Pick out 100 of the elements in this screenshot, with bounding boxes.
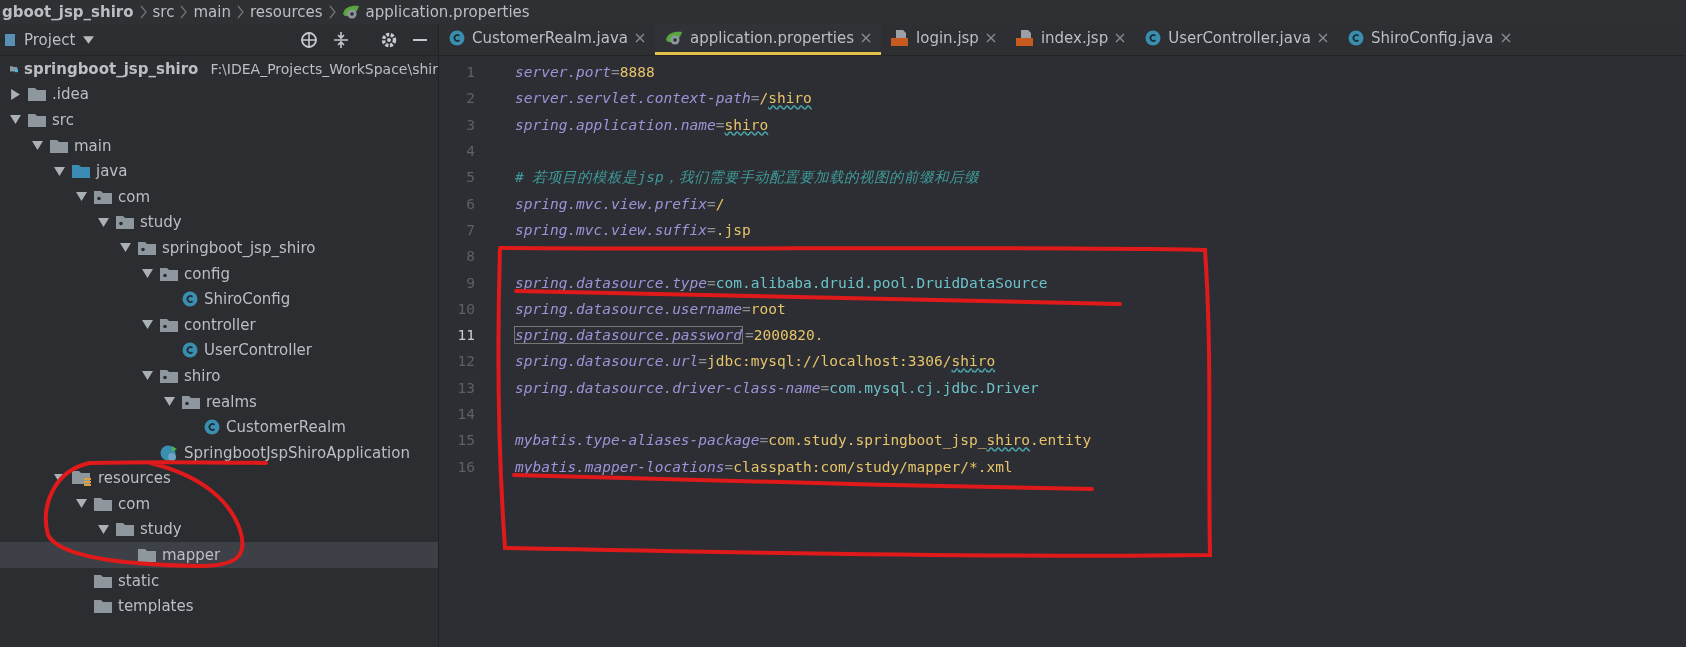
expanded-arrow-icon[interactable] bbox=[97, 216, 109, 228]
expanded-arrow-icon[interactable] bbox=[141, 319, 153, 331]
code-line: spring.datasource.username=root bbox=[515, 300, 786, 317]
editor-tab[interactable]: UserController.java bbox=[1135, 24, 1338, 55]
code-line: spring.mvc.view.suffix=.jsp bbox=[515, 221, 751, 238]
jsp-file-icon bbox=[1015, 30, 1034, 46]
breadcrumb-item[interactable]: application.properties bbox=[365, 3, 530, 21]
tree-item[interactable]: shiro bbox=[0, 363, 438, 389]
package-icon bbox=[94, 189, 112, 204]
class-icon bbox=[449, 30, 465, 46]
close-icon[interactable] bbox=[635, 33, 645, 43]
tree-item[interactable]: SpringbootJspShiroApplication bbox=[0, 439, 438, 466]
close-icon[interactable] bbox=[1115, 33, 1126, 43]
breadcrumb-item[interactable]: resources bbox=[249, 3, 323, 21]
expanded-arrow-icon[interactable] bbox=[75, 498, 87, 510]
line-number: 11 bbox=[456, 327, 476, 344]
expanded-arrow-icon[interactable] bbox=[141, 370, 153, 382]
locate-icon[interactable] bbox=[300, 30, 318, 49]
panel-icon bbox=[4, 32, 16, 47]
settings-icon[interactable] bbox=[380, 30, 398, 49]
expanded-arrow-icon[interactable] bbox=[53, 165, 65, 177]
class-icon bbox=[1145, 30, 1162, 46]
expanded-arrow-icon[interactable] bbox=[31, 140, 43, 152]
tree-item[interactable]: study bbox=[0, 209, 438, 236]
tree-item[interactable]: com bbox=[0, 491, 438, 517]
tree-item[interactable]: static bbox=[0, 567, 438, 594]
close-icon[interactable] bbox=[1500, 33, 1511, 43]
tree-item[interactable]: controller bbox=[0, 311, 438, 338]
folder-icon bbox=[138, 548, 156, 563]
tree-item[interactable]: realms bbox=[0, 388, 438, 415]
breadcrumb-item[interactable]: src bbox=[152, 3, 175, 21]
close-icon[interactable] bbox=[1318, 33, 1328, 43]
folder-icon bbox=[28, 113, 46, 127]
tree-item[interactable]: config bbox=[0, 260, 438, 287]
expanded-arrow-icon[interactable] bbox=[9, 114, 21, 126]
folder-icon bbox=[116, 522, 134, 537]
code-line: server.servlet.context-path=/shiro bbox=[515, 90, 812, 107]
code-line: spring.datasource.driver-class-name=com.mysql.cj.jdbc.Driver bbox=[515, 379, 1039, 396]
expanded-arrow-icon[interactable] bbox=[75, 191, 87, 203]
class-icon bbox=[182, 342, 198, 359]
tree-item[interactable]: ShiroConfig bbox=[0, 286, 438, 312]
chevron-icon bbox=[236, 5, 244, 19]
tree-item[interactable]: mapper bbox=[0, 542, 438, 568]
editor-tab[interactable]: application.properties bbox=[655, 24, 882, 55]
expanded-arrow-icon[interactable] bbox=[163, 396, 175, 407]
chevron-icon bbox=[180, 5, 188, 19]
leaf-gear-icon bbox=[341, 4, 360, 20]
tree-item[interactable]: .idea bbox=[0, 81, 438, 108]
editor-tab[interactable]: CustomerRealm.java bbox=[439, 24, 655, 55]
resources-folder-icon bbox=[72, 470, 92, 487]
expanded-arrow-icon[interactable] bbox=[97, 524, 109, 535]
tree-item[interactable]: com bbox=[0, 183, 438, 210]
package-icon bbox=[160, 368, 178, 383]
project-path: F:\IDEA_Projects_WorkSpace\shir bbox=[210, 60, 438, 77]
tree-item[interactable]: resources bbox=[0, 465, 438, 492]
breadcrumb-item[interactable]: gboot_jsp_shiro bbox=[2, 3, 134, 21]
class-icon bbox=[182, 291, 198, 308]
panel-title-dropdown[interactable]: Project bbox=[0, 30, 101, 49]
code-line: spring.datasource.password =2000820. bbox=[515, 327, 824, 344]
folder-icon bbox=[50, 138, 68, 153]
tree-item[interactable]: springboot_jsp_shiro bbox=[0, 235, 438, 261]
code-line: mybatis.type-aliases-package=com.study.springboot_jsp_shiro.entity bbox=[515, 432, 1092, 449]
chevron-icon bbox=[139, 5, 147, 19]
breadcrumb-item[interactable]: main bbox=[193, 3, 231, 21]
collapse-all-icon[interactable] bbox=[332, 30, 350, 49]
code-line: spring.mvc.view.prefix=/ bbox=[515, 195, 725, 212]
tree-item[interactable]: templates bbox=[0, 593, 438, 620]
close-icon[interactable] bbox=[985, 33, 996, 43]
folder-icon bbox=[28, 87, 46, 102]
chevron-icon bbox=[328, 5, 336, 19]
editor-tab[interactable]: login.jsp bbox=[881, 24, 1006, 55]
leaf-gear-icon bbox=[665, 30, 683, 46]
code-line: spring.application.name=shiro bbox=[515, 116, 769, 133]
folder-icon bbox=[94, 599, 112, 614]
close-icon[interactable] bbox=[861, 33, 872, 43]
collapsed-arrow-icon[interactable] bbox=[9, 88, 21, 100]
tree-item[interactable]: java bbox=[0, 158, 438, 184]
folder-icon bbox=[94, 573, 112, 588]
editor-tab[interactable]: index.jsp bbox=[1005, 24, 1136, 55]
class-icon bbox=[204, 419, 220, 436]
caret-icon bbox=[83, 35, 95, 44]
code-line: server.port=8888 bbox=[515, 64, 655, 81]
editor-tab[interactable]: ShiroConfig.java bbox=[1338, 24, 1521, 55]
code-line: spring.datasource.type=com.alibaba.druid.pool.DruidDataSource bbox=[515, 274, 1048, 291]
tree-item[interactable]: UserController bbox=[0, 337, 438, 364]
package-icon bbox=[182, 394, 200, 409]
tree-item[interactable]: main bbox=[0, 132, 438, 159]
project-name: springboot_jsp_shiro bbox=[24, 59, 199, 78]
code-comment: # 若项目的模板是jsp，我们需要手动配置要加载的视图的前缀和后缀 bbox=[515, 167, 979, 187]
code-line: mybatis.mapper-locations=classpath:com/study/mapper/*.xml bbox=[515, 458, 1013, 475]
code-line: spring.datasource.url=jdbc:mysql://localhost:3306/shiro bbox=[515, 353, 996, 370]
tree-item[interactable]: study bbox=[0, 516, 438, 543]
expanded-arrow-icon[interactable] bbox=[119, 242, 131, 254]
class-icon bbox=[1348, 30, 1364, 46]
tree-item[interactable]: CustomerRealm bbox=[0, 414, 438, 440]
expanded-arrow-icon[interactable] bbox=[141, 268, 153, 280]
folder-icon bbox=[72, 164, 90, 179]
tree-item[interactable]: src bbox=[0, 107, 438, 133]
tree-item[interactable]: springboot_jsp_shiro F:\IDEA_Projects_WorkSpace\shir bbox=[0, 56, 438, 82]
package-icon bbox=[116, 215, 134, 230]
